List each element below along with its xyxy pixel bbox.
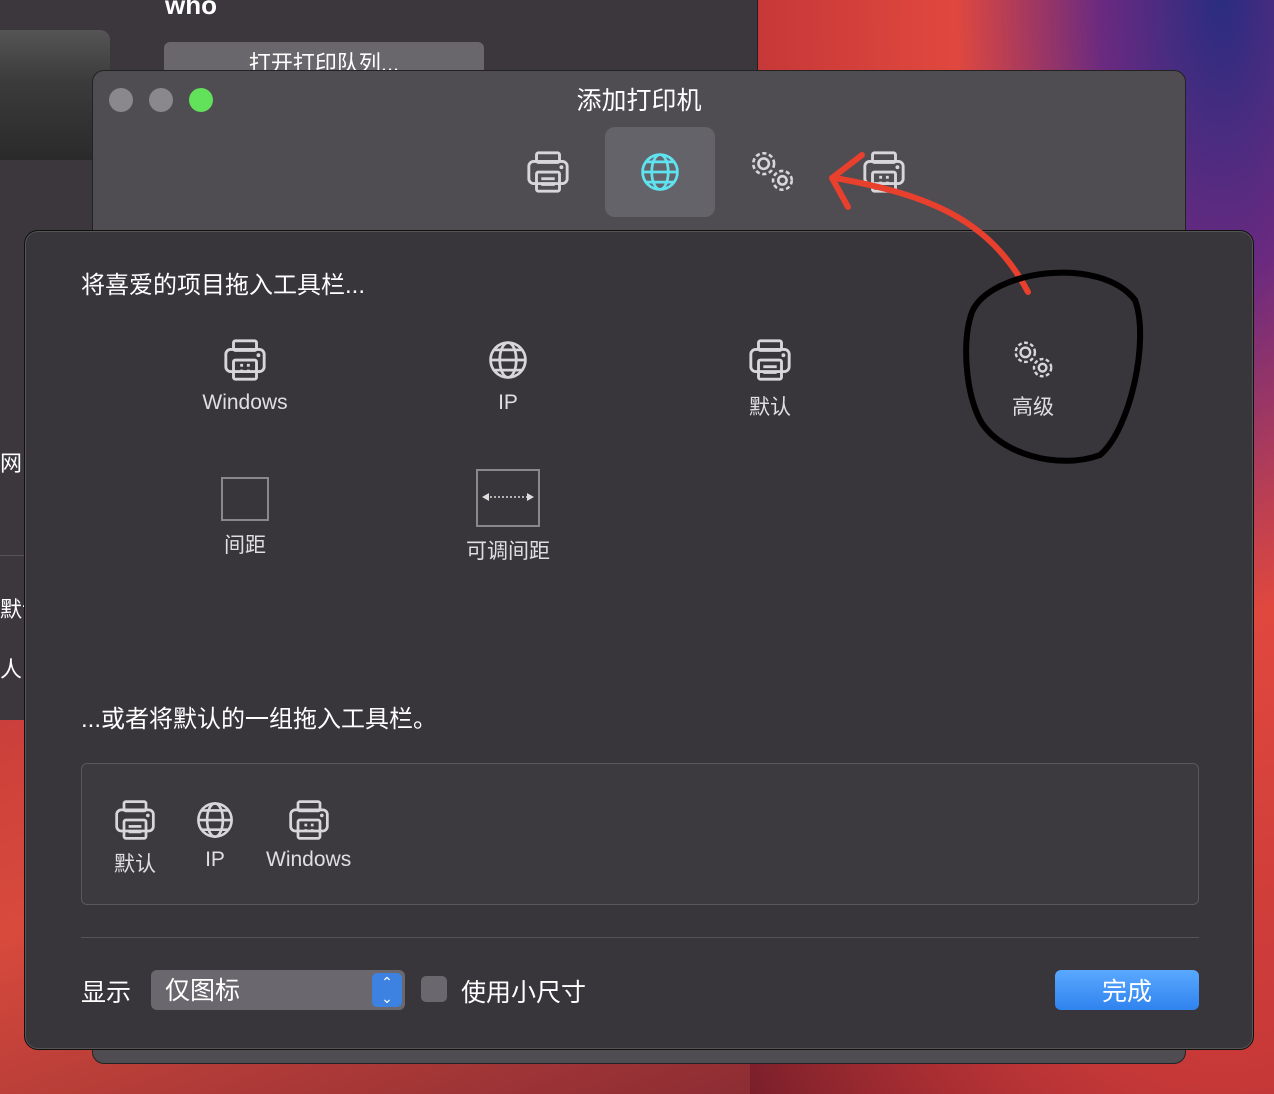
palette-item-ip[interactable]: IP bbox=[408, 337, 608, 415]
side-label: 人 bbox=[0, 652, 22, 684]
default-set-item: 默认 bbox=[112, 798, 158, 878]
default-toolbar-set[interactable]: 默认 IP Windows bbox=[81, 763, 1199, 905]
customize-toolbar-sheet: 将喜爱的项目拖入工具栏... Windows IP 默认 高级 间距 可调间距 … bbox=[24, 230, 1254, 1050]
palette-item-default[interactable]: 默认 bbox=[670, 337, 870, 421]
flexible-space-icon bbox=[476, 469, 540, 527]
item-label: Windows bbox=[202, 391, 287, 414]
show-label: 显示 bbox=[81, 973, 131, 1009]
drag-items-heading: 将喜爱的项目拖入工具栏... bbox=[81, 265, 365, 300]
printer-icon bbox=[746, 337, 794, 383]
item-label: 默认 bbox=[749, 396, 791, 419]
item-label: 可调间距 bbox=[466, 540, 550, 563]
windows-printer-icon bbox=[861, 149, 907, 195]
globe-icon bbox=[194, 798, 236, 842]
toolbar-default-button[interactable] bbox=[493, 127, 603, 217]
palette-item-advanced[interactable]: 高级 bbox=[933, 337, 1133, 421]
palette-item-windows[interactable]: Windows bbox=[145, 337, 345, 415]
small-size-checkbox[interactable] bbox=[421, 976, 447, 1002]
palette-item-space[interactable]: 间距 bbox=[145, 477, 345, 559]
divider bbox=[81, 937, 1199, 938]
palette-item-flexible-space[interactable]: 可调间距 bbox=[408, 469, 608, 565]
globe-icon bbox=[638, 150, 682, 194]
done-button[interactable]: 完成 bbox=[1055, 970, 1199, 1010]
windows-printer-icon bbox=[286, 798, 332, 842]
item-label: IP bbox=[498, 391, 518, 414]
side-label: 网 bbox=[0, 446, 22, 478]
gears-icon bbox=[1005, 337, 1061, 383]
window-title: 添加打印机 bbox=[93, 81, 1185, 117]
printer-icon bbox=[525, 149, 571, 195]
small-size-label: 使用小尺寸 bbox=[461, 973, 586, 1009]
toolbar-advanced-button[interactable] bbox=[717, 127, 827, 217]
globe-icon bbox=[486, 337, 530, 383]
select-value: 仅图标 bbox=[165, 977, 240, 1005]
printer-name: who bbox=[165, 0, 217, 21]
default-set-heading: ...或者将默认的一组拖入工具栏。 bbox=[81, 699, 437, 734]
toolbar-windows-button[interactable] bbox=[829, 127, 939, 217]
default-set-item: IP bbox=[194, 798, 236, 872]
chevron-updown-icon: ⌃⌄ bbox=[372, 973, 402, 1007]
divider bbox=[0, 555, 26, 556]
item-label: 高级 bbox=[1012, 396, 1054, 419]
item-label: IP bbox=[205, 848, 225, 871]
space-icon bbox=[221, 477, 269, 521]
printer-icon bbox=[112, 798, 158, 842]
item-label: 默认 bbox=[114, 853, 156, 876]
gears-icon bbox=[744, 147, 800, 197]
windows-printer-icon bbox=[221, 337, 269, 383]
show-mode-select[interactable]: 仅图标 ⌃⌄ bbox=[151, 970, 405, 1010]
toolbar-ip-button[interactable] bbox=[605, 127, 715, 217]
default-set-item: Windows bbox=[266, 798, 351, 872]
item-label: 间距 bbox=[224, 534, 266, 557]
item-label: Windows bbox=[266, 848, 351, 871]
